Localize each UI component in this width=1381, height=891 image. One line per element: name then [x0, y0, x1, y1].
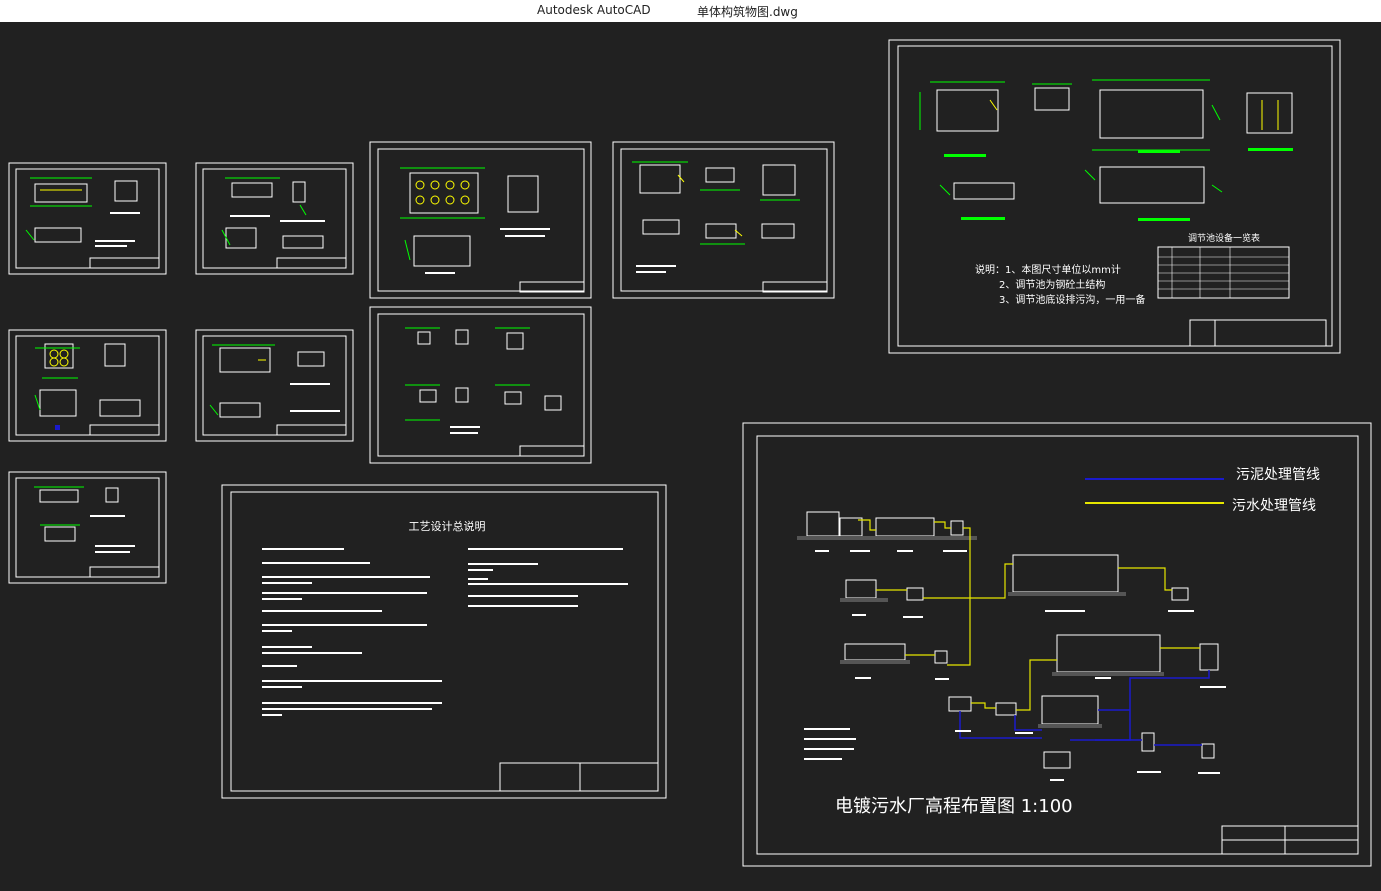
legend-sludge-label: 污泥处理管线	[1236, 467, 1320, 483]
equipment-table-title: 调节池设备一览表	[1188, 232, 1260, 244]
note-line-3: 3、调节池底设排污沟，一用一备	[999, 293, 1145, 306]
sheet-thumbnail-2[interactable]	[195, 162, 354, 275]
note-line-2: 2、调节池为钢砼土结构	[999, 278, 1105, 291]
sheet-thumbnail-1[interactable]	[8, 162, 167, 275]
regulating-tank-sheet[interactable]: 调节池设备一览表 说明：1、本图尺寸单位以mm计 2、调节池为钢砼土结构 3、调…	[888, 39, 1341, 354]
app-name: Autodesk AutoCAD	[537, 3, 651, 17]
sheet-thumbnail-3[interactable]	[8, 329, 167, 442]
design-manual-sheet[interactable]: 工艺设计总说明	[221, 484, 667, 799]
design-manual-title: 工艺设计总说明	[409, 519, 486, 533]
window-titlebar: Autodesk AutoCAD 单体构筑物图.dwg	[0, 0, 1381, 22]
sheet-thumbnail-4[interactable]	[195, 329, 354, 442]
elevation-layout-title: 电镀污水厂高程布置图 1:100	[835, 796, 1073, 817]
file-name: 单体构筑物图.dwg	[697, 5, 798, 19]
drawing-canvas[interactable]: 工艺设计总说明 调节池设备一览表 说明：1、本图尺寸单位以mm计 2、调节池为钢…	[0, 22, 1381, 887]
note-line-1: 说明：1、本图尺寸单位以mm计	[975, 263, 1121, 276]
legend-sewage-label: 污水处理管线	[1232, 498, 1316, 514]
sheet-thumbnail-8[interactable]	[369, 306, 592, 464]
sheet-thumbnail-6[interactable]	[369, 141, 592, 299]
sheet-thumbnail-7[interactable]	[612, 141, 835, 299]
sheet-thumbnail-5[interactable]	[8, 471, 167, 584]
elevation-layout-sheet[interactable]: 污泥处理管线 污水处理管线 电镀污水厂高程布置图 1:100	[742, 422, 1372, 867]
